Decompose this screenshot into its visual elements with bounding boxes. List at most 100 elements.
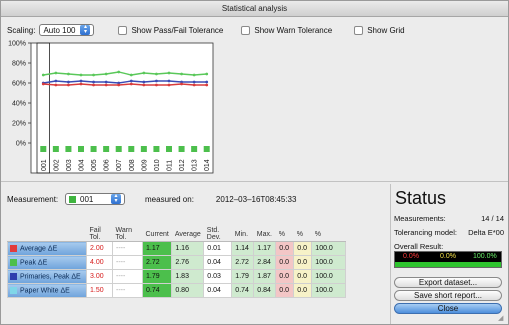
series-point (92, 80, 95, 84)
series-point (167, 83, 171, 87)
series-point (142, 71, 146, 75)
category-marker (115, 146, 122, 152)
tolerancing-value: Delta E*00 (468, 228, 504, 237)
name-cell[interactable]: Paper White ΔE (7, 283, 87, 298)
x-tick-label: 014 (204, 159, 211, 171)
series-point (54, 71, 58, 75)
export-dataset-button[interactable]: Export dataset... (394, 277, 502, 288)
series-point (180, 82, 183, 86)
show-warn-checkbox[interactable]: Show Warn Tolerance (241, 25, 333, 35)
statistics-table: Fail Tol. Warn Tol. Current Average Std.… (7, 227, 347, 298)
fail-pct-cell: 0.0 (275, 269, 295, 284)
series-point (92, 83, 95, 87)
measurements-label: Measurements: (394, 214, 446, 223)
x-tick-label: 004 (79, 159, 86, 171)
measurement-select[interactable]: 001 ▴ ▾ (65, 193, 125, 205)
series-point (67, 72, 70, 76)
min-cell: 0.74 (231, 283, 255, 298)
pass-pct-cell: 100.0 (311, 255, 347, 270)
measurement-value: 001 (80, 194, 94, 204)
measurement-swatch (69, 195, 76, 203)
series-point (104, 83, 108, 87)
series-swatch (10, 258, 17, 266)
table-row: Primaries, Peak ΔE 3.00 ---- 1.79 1.83 0.03 1.… (7, 269, 347, 284)
plot-area (30, 42, 214, 174)
fail-tol-cell: 4.00 (86, 255, 113, 270)
average-cell: 0.80 (171, 283, 205, 298)
scaling-value: Auto 100 (43, 25, 76, 35)
y-tick-label: 80% (12, 61, 26, 68)
series-point (205, 72, 209, 76)
warn-pct-cell: 0.0 (293, 269, 313, 284)
series-point (104, 72, 108, 76)
series-point (167, 79, 171, 83)
y-tick-label: 60% (12, 81, 26, 88)
category-marker (178, 146, 185, 152)
x-tick-label: 009 (141, 159, 148, 171)
name-cell[interactable]: Primaries, Peak ΔE (7, 269, 87, 284)
category-marker (191, 146, 198, 152)
col-header: % (311, 227, 346, 242)
col-header: Fail Tol. (86, 227, 113, 242)
x-tick-label: 006 (104, 159, 111, 171)
series-point (192, 73, 196, 77)
col-header: Current (142, 227, 172, 242)
overall-result-label: Overall Result: (394, 242, 444, 251)
measured-on-value: 2012–03–16T08:45:33 (215, 194, 297, 204)
overall-result-bar: 0.0% 0.0% 100.0% (394, 251, 502, 268)
current-cell: 0.74 (141, 283, 173, 298)
resize-grip-icon[interactable]: ◢ (498, 314, 506, 322)
series-point (192, 80, 196, 84)
category-marker (153, 146, 160, 152)
warn-tol-cell: ---- (112, 241, 143, 256)
x-tick-label: 013 (192, 159, 199, 171)
window-title: Statistical analysis (1, 1, 508, 17)
series-point (205, 83, 209, 87)
x-tick-label: 010 (154, 159, 161, 171)
series-point (192, 83, 196, 87)
x-tick-label: 011 (167, 160, 174, 171)
series-point (155, 72, 158, 76)
col-header: % (293, 227, 312, 242)
chevron-updown-icon: ▴ ▾ (111, 193, 121, 204)
save-short-report-button[interactable]: Save short report... (394, 290, 502, 301)
checkbox-icon (118, 25, 128, 35)
series-point (117, 70, 121, 74)
category-marker (203, 146, 210, 152)
measurement-row: Measurement: 001 ▴ ▾ measured on: 2012–03… (7, 192, 296, 206)
series-point (155, 79, 158, 83)
y-tick-label: 0% (16, 141, 26, 148)
pass-pct-cell: 100.0 (311, 283, 347, 298)
overall-result-row: Overall Result: (394, 242, 504, 251)
y-tick-label: 40% (12, 101, 26, 108)
statistical-analysis-window: Statistical analysis Scaling: Auto 100 ▴… (0, 0, 509, 325)
series-point (205, 80, 209, 84)
show-warn-label: Show Warn Tolerance (254, 25, 333, 35)
series-point (79, 82, 83, 86)
series-point (104, 80, 108, 84)
y-tick-label: 20% (12, 121, 26, 128)
name-cell[interactable]: Peak ΔE (7, 255, 87, 270)
max-cell: 0.84 (253, 283, 277, 298)
trend-chart[interactable]: 100% 80% 60% 40% 20% 0% 001 002 003 004 005 006 007 0… (7, 39, 217, 177)
show-pass-fail-checkbox[interactable]: Show Pass/Fail Tolerance (118, 25, 223, 35)
col-header: Std. Dev. (203, 227, 232, 242)
average-cell: 2.76 (171, 255, 205, 270)
series-point (92, 73, 95, 77)
fail-pct-cell: 0.0 (275, 255, 295, 270)
name-cell[interactable]: Average ΔE (7, 241, 87, 256)
std-dev-cell: 0.04 (203, 255, 233, 270)
warn-tol-cell: ---- (112, 283, 143, 298)
category-marker (140, 146, 147, 152)
scaling-select[interactable]: Auto 100 ▴ ▾ (39, 24, 95, 36)
row-label: Primaries, Peak ΔE (20, 273, 81, 281)
col-header: Warn Tol. (112, 227, 143, 242)
x-tick-label: 002 (53, 159, 60, 171)
show-grid-checkbox[interactable]: Show Grid (354, 25, 405, 35)
average-cell: 1.83 (171, 269, 205, 284)
series-point (67, 80, 70, 84)
table-row: Average ΔE 2.00 ---- 1.17 1.16 0.01 1.14 1.17 0.… (7, 241, 347, 256)
series-point (54, 83, 58, 87)
close-button[interactable]: Close (394, 303, 502, 314)
tolerancing-label: Tolerancing model: (394, 228, 457, 237)
